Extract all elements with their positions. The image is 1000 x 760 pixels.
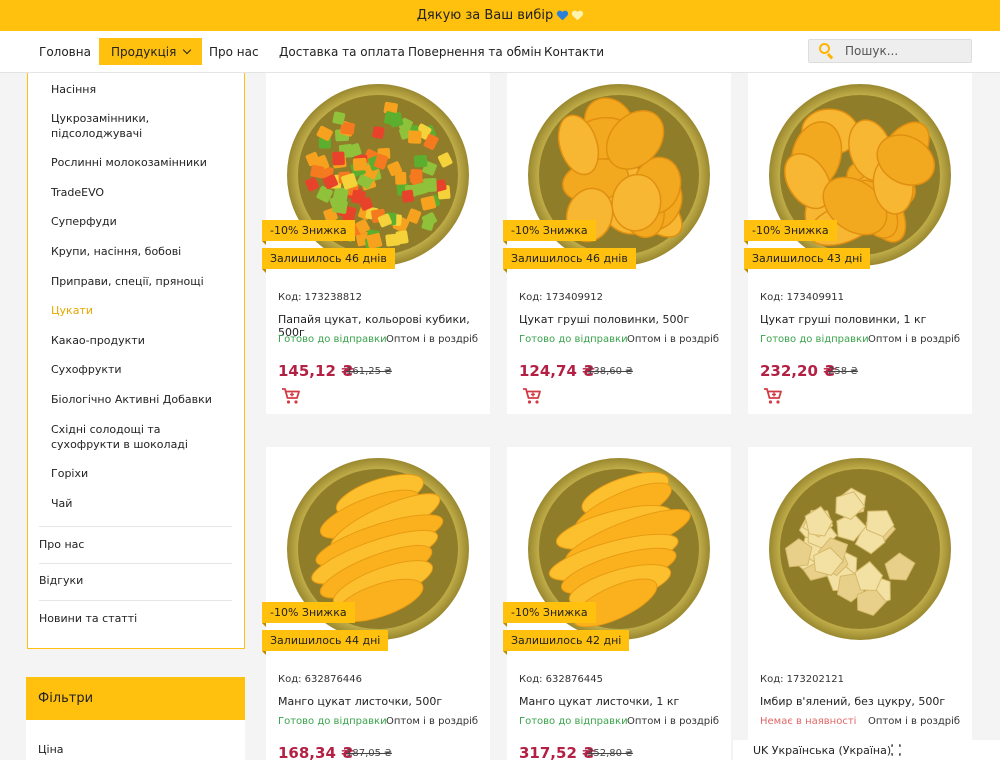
divider: [39, 600, 232, 601]
filters-panel: Ціна: [26, 720, 245, 760]
product-code: Код: 173238812: [278, 292, 362, 303]
filters-title: Фільтри: [38, 691, 94, 706]
category-item[interactable]: Сухофрукти: [51, 362, 231, 377]
divider: [39, 563, 232, 564]
product-name[interactable]: Імбир в'ялений, без цукру, 500г: [760, 695, 945, 708]
product-name[interactable]: Манго цукат листочки, 1 кг: [519, 695, 679, 708]
product-price: 145,12 ₴: [278, 362, 354, 380]
product-card[interactable]: -10% Знижка Залишилось 44 дні Код: 63287…: [262, 447, 490, 760]
banner-text: Дякую за Ваш вибір: [416, 8, 554, 23]
discount-badge: -10% Знижка: [503, 220, 596, 245]
sidebar-link-reviews[interactable]: Відгуки: [39, 574, 83, 587]
days-left-badge: Залишилось 46 днів: [503, 248, 636, 273]
stock-status: Готово до відправки: [278, 716, 387, 727]
product-old-price: 352,80 ₴: [587, 748, 633, 759]
add-to-cart-icon[interactable]: [763, 387, 783, 405]
category-item[interactable]: TradeEVO: [51, 185, 231, 200]
product-code: Код: 173409911: [760, 292, 844, 303]
nav-products[interactable]: Продукція: [99, 38, 203, 65]
category-item[interactable]: Какао-продукти: [51, 333, 231, 348]
category-item[interactable]: Суперфуди: [51, 214, 231, 229]
sidebar-link-about[interactable]: Про нас: [39, 538, 84, 551]
language-selector[interactable]: UK Українська (Україна): [733, 740, 1000, 760]
category-item[interactable]: Східні солодощі та сухофрукти в шоколаді: [51, 422, 231, 452]
product-code: Код: 173202121: [760, 674, 844, 685]
product-old-price: 258 ₴: [828, 366, 859, 377]
product-name[interactable]: Цукат груші половинки, 1 кг: [760, 313, 926, 326]
nav-about[interactable]: Про нас: [209, 31, 259, 73]
category-item[interactable]: Горіхи: [51, 466, 231, 481]
product-code: Код: 173409912: [519, 292, 603, 303]
blue-heart-icon: [557, 11, 568, 21]
bowl-image: [769, 458, 951, 640]
product-price: 168,34 ₴: [278, 744, 354, 760]
category-item[interactable]: Рослинні молокозамінники: [51, 155, 231, 170]
category-item-active[interactable]: Цукати: [51, 303, 231, 318]
top-banner: Дякую за Ваш вибір: [0, 0, 1000, 31]
nav-contacts[interactable]: Контакти: [544, 31, 604, 73]
stock-status: Немає в наявності: [760, 716, 857, 727]
category-sidebar: Насіння Цукрозамінники, підсолоджувачі Р…: [27, 73, 245, 649]
filter-price-label[interactable]: Ціна: [38, 743, 64, 756]
category-item[interactable]: Насіння: [51, 82, 231, 97]
product-card[interactable]: -10% Знижка Залишилось 42 дні Код: 63287…: [503, 447, 731, 760]
days-left-badge: Залишилось 44 дні: [262, 630, 389, 655]
nav-products-label: Продукція: [111, 44, 177, 59]
stock-status: Готово до відправки: [519, 334, 628, 345]
product-old-price: 138,60 ₴: [587, 366, 633, 377]
nav-returns[interactable]: Повернення та обмін: [408, 31, 542, 73]
product-name[interactable]: Цукат груші половинки, 500г: [519, 313, 689, 326]
category-item[interactable]: Біологічно Активні Добавки: [51, 392, 231, 407]
filters-header[interactable]: Фільтри: [26, 677, 245, 720]
category-item[interactable]: Цукрозамінники, підсолоджувачі: [51, 111, 231, 141]
language-label: UK Українська (Україна): [753, 743, 892, 757]
discount-badge: -10% Знижка: [262, 220, 355, 245]
chevron-down-icon: [183, 45, 192, 54]
category-item[interactable]: Чай: [51, 496, 231, 511]
sidebar-link-news[interactable]: Новини та статті: [39, 612, 137, 625]
product-card[interactable]: -10% Знижка Залишилось 43 дні Код: 17340…: [744, 73, 972, 414]
product-old-price: 161,25 ₴: [346, 366, 392, 377]
nav-delivery[interactable]: Доставка та оплата: [279, 31, 405, 73]
product-card[interactable]: -10% Знижка Залишилось 46 днів Код: 1734…: [503, 73, 731, 414]
product-card[interactable]: Код: 173202121 Імбир в'ялений, без цукру…: [748, 447, 972, 760]
search-box: [808, 39, 972, 63]
sale-mode: Оптом і в роздріб: [868, 334, 961, 345]
product-image[interactable]: [767, 456, 953, 642]
main-nav: Головна Продукція Про нас Доставка та оп…: [0, 31, 1000, 73]
discount-badge: -10% Знижка: [744, 220, 837, 245]
product-code: Код: 632876446: [278, 674, 362, 685]
sale-mode: Оптом і в роздріб: [627, 716, 720, 727]
divider: [39, 526, 232, 527]
product-code: Код: 632876445: [519, 674, 603, 685]
days-left-badge: Залишилось 46 днів: [262, 248, 395, 273]
stock-status: Готово до відправки: [519, 716, 628, 727]
days-left-badge: Залишилось 43 дні: [744, 248, 871, 273]
product-price: 232,20 ₴: [760, 362, 836, 380]
product-name[interactable]: Манго цукат листочки, 500г: [278, 695, 442, 708]
stock-status: Готово до відправки: [278, 334, 387, 345]
product-price: 124,74 ₴: [519, 362, 595, 380]
search-input[interactable]: [845, 44, 965, 58]
discount-badge: -10% Знижка: [262, 602, 355, 627]
search-icon[interactable]: [817, 41, 837, 61]
days-left-badge: Залишилось 42 дні: [503, 630, 630, 655]
sale-mode: Оптом і в роздріб: [386, 334, 479, 345]
nav-home[interactable]: Головна: [39, 31, 91, 73]
product-old-price: 187,05 ₴: [346, 748, 392, 759]
add-to-cart-icon[interactable]: [281, 387, 301, 405]
sale-mode: Оптом і в роздріб: [868, 716, 961, 727]
category-item[interactable]: Крупи, насіння, бобові: [51, 244, 231, 259]
product-price: 317,52 ₴: [519, 744, 595, 760]
product-card[interactable]: -10% Знижка Залишилось 46 днів Код: 1732…: [262, 73, 490, 414]
expand-icon[interactable]: [891, 744, 901, 756]
add-to-cart-icon[interactable]: [522, 387, 542, 405]
category-item[interactable]: Приправи, спеції, прянощі: [51, 274, 231, 289]
discount-badge: -10% Знижка: [503, 602, 596, 627]
yellow-heart-icon: [572, 11, 583, 21]
stock-status: Готово до відправки: [760, 334, 869, 345]
sale-mode: Оптом і в роздріб: [386, 716, 479, 727]
sale-mode: Оптом і в роздріб: [627, 334, 720, 345]
